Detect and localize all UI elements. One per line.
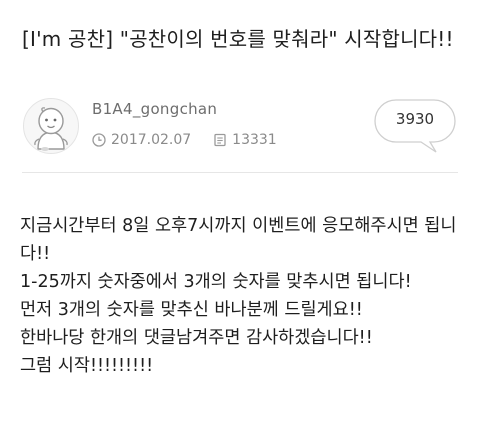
author-name[interactable]: B1A4_gongchan (92, 100, 217, 118)
post-page: [I'm 공찬] "공찬이의 번호를 맞춰라" 시작합니다!! B1A4_gon… (0, 0, 480, 426)
body-line: 한바나당 한개의 댓글남겨주면 감사하겠습니다!! (20, 328, 373, 348)
post-body: 지금시간부터 8일 오후7시까지 이벤트에 응모해주시면 됩니다!! 1-25까… (20, 212, 468, 380)
body-line: 먼저 3개의 숫자를 맞추신 바나분께 드릴게요!! (20, 300, 363, 320)
post-date: 2017.02.07 (111, 132, 192, 148)
document-icon (214, 133, 226, 147)
body-line: 지금시간부터 8일 오후7시까지 이벤트에 응모해주시면 됩니다!! (20, 216, 457, 264)
author-avatar[interactable] (23, 98, 79, 154)
post-title: [I'm 공찬] "공찬이의 번호를 맞춰라" 시작합니다!! (22, 27, 454, 51)
post-meta: 2017.02.07 13331 (92, 131, 277, 149)
comment-count-button[interactable]: 3930 (374, 99, 456, 153)
cartoon-character-icon (34, 107, 68, 151)
clock-icon (92, 133, 106, 147)
view-count: 13331 (232, 132, 277, 148)
comment-count: 3930 (395, 110, 435, 128)
header-divider (22, 172, 458, 173)
body-line: 그럼 시작!!!!!!!!! (20, 356, 154, 376)
body-line: 1-25까지 숫자중에서 3개의 숫자를 맞추시면 됩니다! (20, 272, 412, 292)
